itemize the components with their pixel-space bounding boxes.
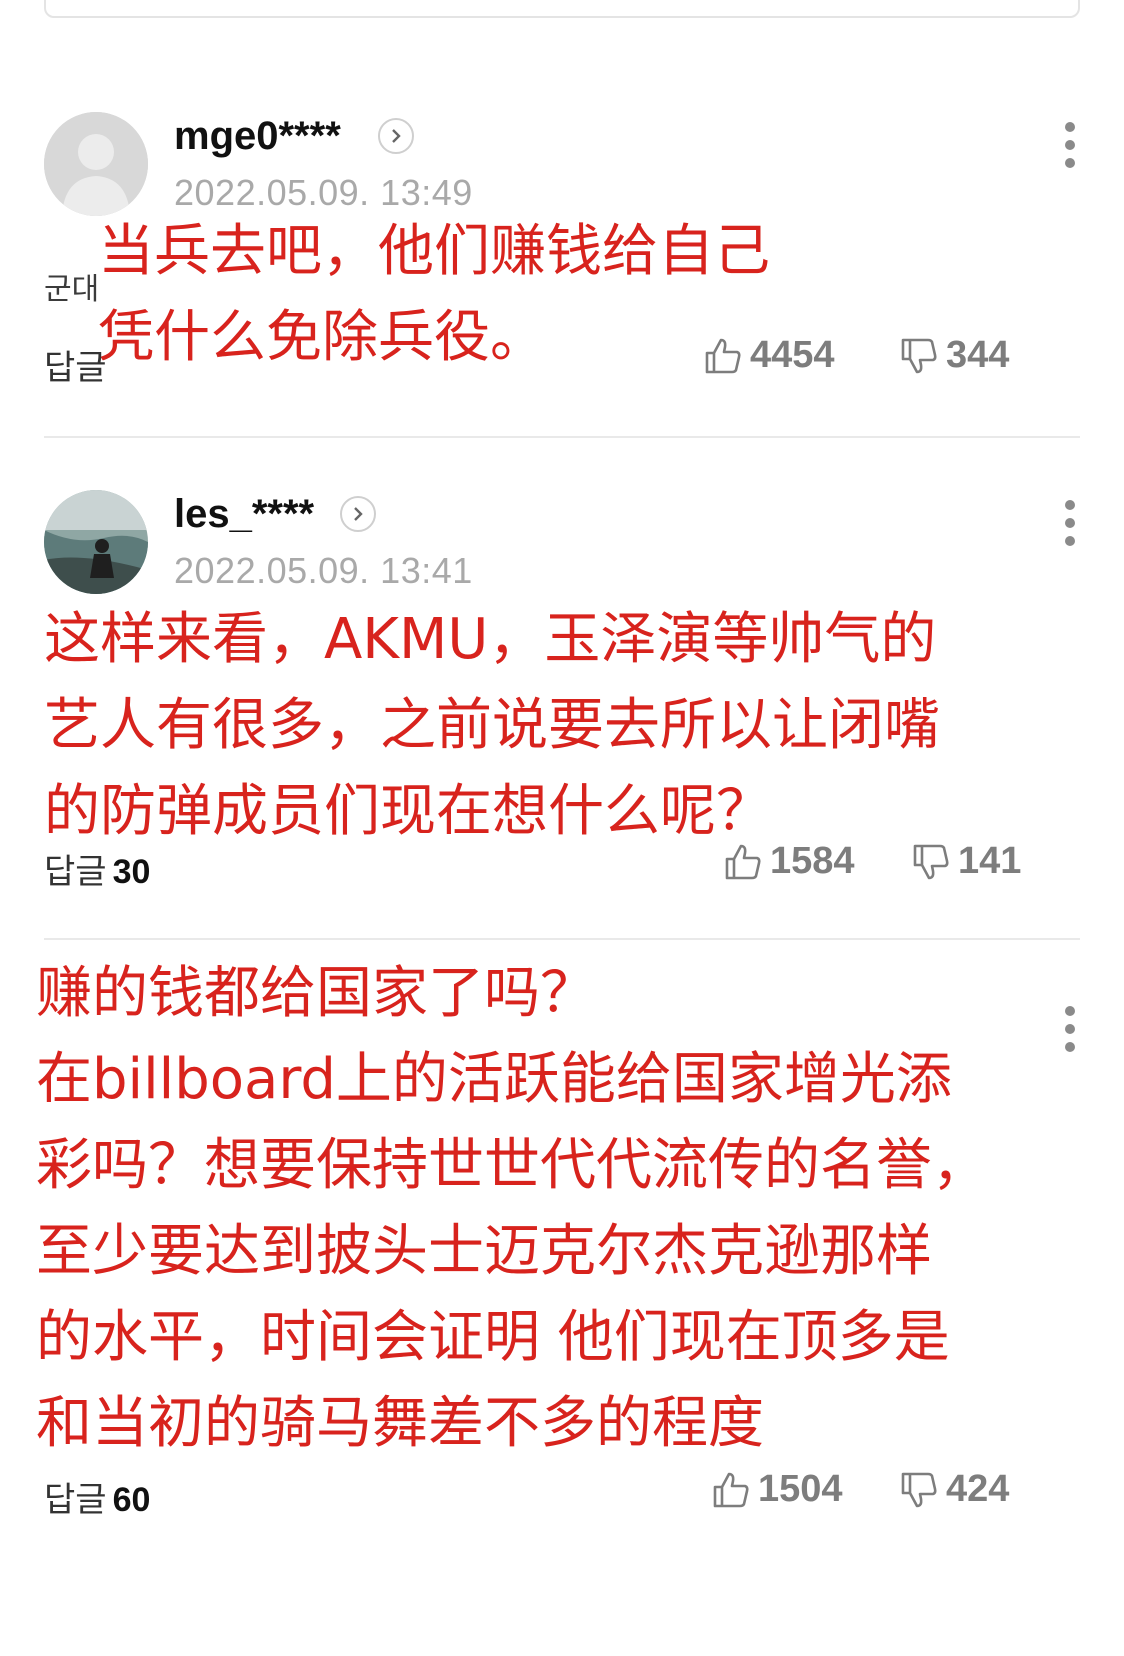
dislike-count: 344	[946, 334, 1010, 376]
translation-overlay-line: 的水平，时间会证明 他们现在顶多是	[36, 1305, 950, 1370]
profile-photo	[44, 490, 148, 594]
dislike-button[interactable]: 141	[912, 840, 1021, 883]
chevron-right-icon[interactable]	[340, 496, 376, 532]
thumbs-down-icon	[901, 338, 937, 373]
translation-overlay-line: 和当初的骑马舞差不多的程度	[36, 1391, 764, 1456]
like-button[interactable]: 1584	[724, 840, 855, 883]
kebab-menu-icon[interactable]	[1064, 500, 1076, 550]
reply-label: 답글	[44, 348, 107, 388]
thumbs-up-icon	[725, 844, 761, 879]
avatar[interactable]	[44, 112, 148, 216]
thumbs-up-icon	[713, 1472, 749, 1507]
translation-overlay-line: 这样来看，AKMU，玉泽演等帅气的	[44, 607, 937, 672]
timestamp: 2022.05.09. 13:41	[174, 550, 473, 591]
translation-overlay-line: 赚的钱都给国家了吗？	[36, 961, 596, 1026]
dislike-count: 424	[946, 1468, 1010, 1510]
chevron-right-icon[interactable]	[378, 118, 414, 154]
comment-card: 赚的钱都给国家了吗？ 在billboard上的活跃能给国家增光添 彩吗？想要保持…	[36, 950, 1080, 1550]
avatar[interactable]	[44, 490, 148, 594]
comment-body-text: 군대	[44, 272, 100, 307]
like-button[interactable]: 1504	[712, 1468, 843, 1511]
top-input-box[interactable]	[44, 0, 1080, 18]
dislike-count: 141	[958, 840, 1022, 882]
translation-overlay-line: 至少要达到披头士迈克尔杰克逊那样	[36, 1219, 932, 1284]
reply-count: 60	[112, 1481, 151, 1519]
reply-label: 답글	[44, 1480, 107, 1520]
thumbs-down-icon	[913, 844, 949, 879]
thumbs-down-icon	[901, 1472, 937, 1507]
comment-card: mge0**** 2022.05.09. 13:49 군대 当兵去吧，他们赚钱给…	[44, 112, 1080, 412]
like-count: 1504	[758, 1468, 843, 1510]
kebab-menu-icon[interactable]	[1064, 1006, 1076, 1056]
reply-link[interactable]: 답글 60	[44, 1472, 150, 1521]
translation-overlay-line: 当兵去吧，他们赚钱给自己	[98, 219, 770, 284]
divider	[44, 938, 1080, 940]
dislike-button[interactable]: 344	[900, 334, 1009, 377]
dislike-button[interactable]: 424	[900, 1468, 1009, 1511]
thumbs-up-icon	[705, 338, 741, 373]
username[interactable]: mge0****	[174, 114, 341, 159]
like-count: 4454	[750, 334, 835, 376]
translation-overlay-line: 的防弹成员们现在想什么呢？	[44, 779, 772, 844]
reply-link[interactable]: 답글	[44, 340, 107, 389]
translation-overlay-line: 艺人有很多，之前说要去所以让闭嘴	[44, 693, 940, 758]
kebab-menu-icon[interactable]	[1064, 122, 1076, 172]
like-count: 1584	[770, 840, 855, 882]
translation-overlay-line: 在billboard上的活跃能给国家增光添	[36, 1047, 952, 1112]
translation-overlay-line: 彩吗？想要保持世世代代流传的名誉，	[36, 1133, 988, 1198]
divider	[44, 436, 1080, 438]
reply-label: 답글	[44, 852, 107, 892]
reply-count: 30	[112, 853, 151, 891]
reply-link[interactable]: 답글 30	[44, 844, 150, 893]
like-button[interactable]: 4454	[704, 334, 835, 377]
translation-overlay-line: 凭什么免除兵役。	[98, 305, 546, 370]
username[interactable]: les_****	[174, 492, 314, 537]
person-silhouette-icon	[44, 112, 148, 216]
comment-card: les_**** 2022.05.09. 13:41 这样来看，AKMU，玉泽演…	[44, 490, 1080, 893]
